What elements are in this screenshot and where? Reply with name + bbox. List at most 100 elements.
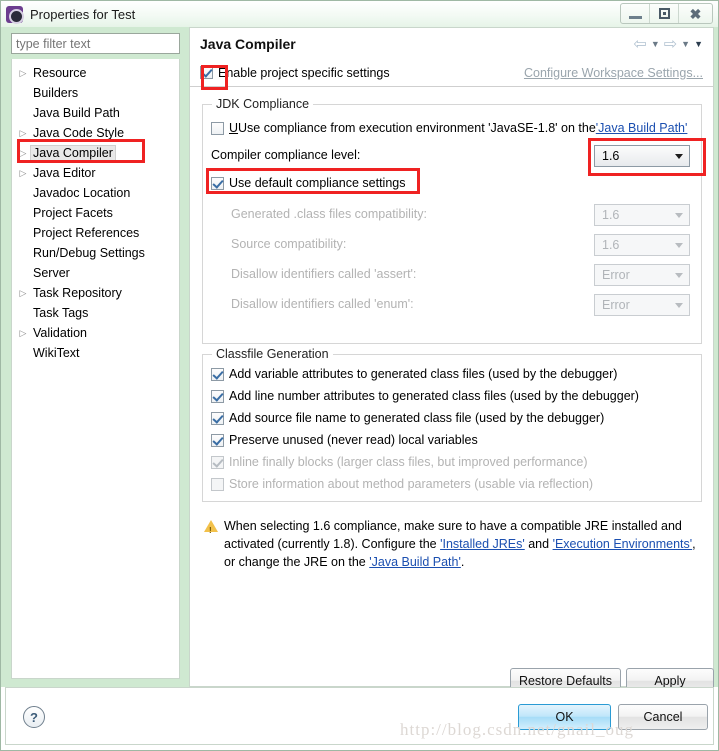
sidebar-item-label: Java Code Style — [33, 126, 125, 140]
sidebar-item-label: Resource — [33, 66, 87, 80]
settings-tree[interactable]: ▷ Resource Builders Java Build Path ▷ Ja… — [11, 59, 180, 679]
sidebar-item-label: Validation — [33, 326, 87, 340]
sidebar-item-label: Task Tags — [33, 306, 89, 320]
jdk-compliance-title: JDK Compliance — [212, 97, 314, 111]
source-compat-label: Source compatibility: — [231, 237, 347, 251]
close-button[interactable]: ✖ — [679, 4, 712, 23]
use-exec-env-label: Use compliance from execution environmen… — [238, 121, 596, 135]
source-compat-value: 1.6 — [602, 237, 620, 252]
add-variable-attributes-checkbox[interactable] — [211, 367, 224, 381]
sidebar-item-resource[interactable]: ▷ Resource — [12, 63, 179, 83]
sidebar-item-label: Builders — [33, 86, 79, 100]
chevron-right-icon[interactable]: ▷ — [16, 288, 30, 299]
sidebar-item-label: Project References — [33, 226, 140, 240]
generated-class-compat-row: Generated .class files compatibility: — [231, 207, 427, 221]
enable-project-specific-label: Enable project specific settings — [218, 65, 390, 80]
classfile-option-row: Store information about method parameter… — [211, 477, 593, 491]
chevron-right-icon[interactable]: ▷ — [16, 128, 30, 139]
close-icon: ✖ — [689, 5, 702, 22]
generated-class-compat-value: 1.6 — [602, 207, 620, 222]
warning-text-2: and — [524, 537, 553, 551]
add-line-number-attributes-checkbox[interactable] — [211, 389, 224, 403]
enable-project-specific-checkbox[interactable] — [200, 66, 213, 79]
use-exec-env-checkbox[interactable] — [211, 121, 224, 135]
compliance-level-row: Compiler compliance level: — [211, 148, 360, 162]
add-line-number-attributes-label: Add line number attributes to generated … — [229, 389, 639, 403]
store-method-parameters-checkbox — [211, 477, 224, 491]
classfile-option-row: Inline finally blocks (larger class file… — [211, 455, 587, 469]
window-controls: ✖ — [620, 3, 713, 24]
page-header: Java Compiler ⇦ ▼ ⇨ ▼ ▼ — [190, 28, 713, 59]
disallow-enum-row: Disallow identifiers called 'enum': — [231, 297, 414, 311]
ok-button[interactable]: OK — [518, 704, 611, 730]
source-compat-combo[interactable]: 1.6 — [594, 234, 690, 256]
generated-class-compat-label: Generated .class files compatibility: — [231, 207, 427, 221]
sidebar-item-java-build-path[interactable]: Java Build Path — [12, 103, 179, 123]
sidebar-item-task-repository[interactable]: ▷ Task Repository — [12, 283, 179, 303]
execution-environments-link[interactable]: 'Execution Environments' — [553, 537, 693, 551]
eclipse-properties-icon — [6, 5, 24, 24]
inline-finally-blocks-checkbox — [211, 455, 224, 469]
settings-page: Java Compiler ⇦ ▼ ⇨ ▼ ▼ Enable project s… — [189, 27, 714, 694]
enable-project-specific-row: Enable project specific settings Configu… — [190, 59, 713, 87]
sidebar-item-run-debug-settings[interactable]: Run/Debug Settings — [12, 243, 179, 263]
sidebar-item-label: Server — [33, 266, 70, 280]
sidebar-item-java-code-style[interactable]: ▷ Java Code Style — [12, 123, 179, 143]
restore-button[interactable] — [650, 4, 679, 23]
installed-jres-link[interactable]: 'Installed JREs' — [440, 537, 525, 551]
use-default-compliance-checkbox[interactable] — [211, 176, 224, 190]
sidebar-item-project-facets[interactable]: Project Facets — [12, 203, 179, 223]
sidebar-item-label: Java Editor — [33, 166, 96, 180]
sidebar-item-project-references[interactable]: Project References — [12, 223, 179, 243]
minimize-icon — [628, 15, 642, 19]
page-nav-icons: ⇦ ▼ ⇨ ▼ ▼ — [633, 34, 703, 54]
java-build-path-link[interactable]: 'Java Build Path' — [596, 121, 688, 135]
disallow-enum-combo[interactable]: Error — [594, 294, 690, 316]
sidebar-item-label: Java Build Path — [33, 106, 120, 120]
disallow-assert-combo[interactable]: Error — [594, 264, 690, 286]
arrow-left-icon[interactable]: ⇦ — [633, 34, 646, 54]
arrow-right-icon[interactable]: ⇨ — [664, 34, 677, 54]
sidebar-item-javadoc-location[interactable]: Javadoc Location — [12, 183, 179, 203]
java-build-path-warning-link[interactable]: 'Java Build Path' — [369, 555, 461, 569]
classfile-option-row: Add source file name to generated class … — [211, 411, 604, 425]
chevron-right-icon[interactable]: ▷ — [16, 148, 30, 159]
compliance-level-combo[interactable]: 1.6 — [594, 145, 690, 167]
preserve-unused-locals-checkbox[interactable] — [211, 433, 224, 447]
chevron-right-icon[interactable]: ▷ — [16, 328, 30, 339]
sidebar-item-wikitext[interactable]: WikiText — [12, 343, 179, 363]
question-mark-icon[interactable]: ? — [23, 706, 45, 728]
inline-finally-blocks-label: Inline finally blocks (larger class file… — [229, 455, 588, 469]
page-menu-chevron-down-icon[interactable]: ▼ — [694, 39, 703, 49]
disallow-assert-label: Disallow identifiers called 'assert': — [231, 267, 417, 281]
filter-box[interactable] — [11, 33, 180, 54]
sidebar-item-java-compiler[interactable]: ▷ Java Compiler — [12, 143, 179, 163]
sidebar-item-java-editor[interactable]: ▷ Java Editor — [12, 163, 179, 183]
classfile-generation-group: Classfile Generation Add variable attrib… — [202, 347, 702, 502]
sidebar-item-validation[interactable]: ▷ Validation — [12, 323, 179, 343]
sidebar-item-server[interactable]: Server — [12, 263, 179, 283]
use-exec-env-row: UUse compliance from execution environme… — [211, 121, 687, 135]
window-title: Properties for Test — [30, 6, 136, 22]
sidebar-item-label: WikiText — [33, 346, 80, 360]
restore-icon — [658, 8, 670, 19]
back-history-chevron-down-icon[interactable]: ▼ — [651, 39, 660, 49]
title-bar: Properties for Test ✖ — [1, 1, 718, 27]
add-source-file-name-checkbox[interactable] — [211, 411, 224, 425]
compliance-warning-text: When selecting 1.6 compliance, make sure… — [224, 517, 704, 571]
minimize-button[interactable] — [621, 4, 650, 23]
classfile-option-row: Preserve unused (never read) local varia… — [211, 433, 478, 447]
dialog-body: ▷ Resource Builders Java Build Path ▷ Ja… — [1, 27, 718, 694]
forward-history-chevron-down-icon[interactable]: ▼ — [681, 39, 690, 49]
configure-workspace-settings-link[interactable]: Configure Workspace Settings... — [524, 66, 703, 80]
sidebar-item-task-tags[interactable]: Task Tags — [12, 303, 179, 323]
chevron-right-icon[interactable]: ▷ — [16, 68, 30, 79]
search-input[interactable] — [12, 35, 179, 52]
chevron-right-icon[interactable]: ▷ — [16, 168, 30, 179]
sidebar-item-builders[interactable]: Builders — [12, 83, 179, 103]
jdk-compliance-group: JDK Compliance UUse compliance from exec… — [202, 97, 702, 344]
generated-class-compat-combo[interactable]: 1.6 — [594, 204, 690, 226]
cancel-button[interactable]: Cancel — [618, 704, 708, 730]
sidebar: ▷ Resource Builders Java Build Path ▷ Ja… — [5, 27, 186, 687]
disallow-assert-value: Error — [602, 267, 630, 282]
